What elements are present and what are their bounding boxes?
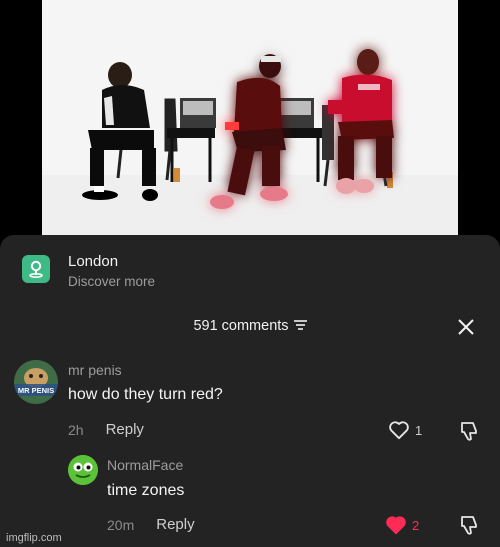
- comments-sheet: London Discover more 591 comments MR PEN…: [0, 235, 500, 547]
- like-button[interactable]: 2: [385, 515, 419, 535]
- video-still[interactable]: [42, 0, 458, 235]
- comment-meta: 20m Reply: [107, 516, 195, 533]
- video-scene: [42, 0, 458, 235]
- sort-icon: [293, 318, 307, 334]
- location-title: London: [68, 253, 119, 270]
- heart-icon: [389, 421, 409, 440]
- like-count: 2: [412, 517, 420, 533]
- heart-filled-icon: [386, 516, 406, 535]
- comments-count-label: 591 comments: [193, 318, 289, 334]
- like-count: 1: [415, 422, 423, 438]
- dislike-icon[interactable]: [458, 420, 480, 447]
- avatar-text: MR PENIS: [18, 386, 54, 395]
- watermark: imgflip.com: [6, 532, 62, 544]
- comment-username[interactable]: mr penis: [68, 362, 122, 378]
- map-pin-icon: [22, 255, 50, 283]
- comment-text: how do they turn red?: [68, 386, 223, 403]
- comments-sort-toggle[interactable]: 591 comments: [193, 318, 307, 334]
- avatar[interactable]: MR PENIS: [14, 360, 58, 404]
- comments-header: 591 comments: [0, 317, 500, 337]
- location-subtitle: Discover more: [68, 274, 156, 289]
- reply-button[interactable]: Reply: [156, 516, 194, 533]
- like-button[interactable]: 1: [388, 420, 422, 440]
- comment-time: 2h: [68, 421, 84, 438]
- comment-username[interactable]: NormalFace: [107, 457, 183, 473]
- comment-time: 20m: [107, 516, 135, 533]
- close-icon[interactable]: [456, 317, 476, 337]
- dislike-icon[interactable]: [458, 514, 480, 541]
- avatar[interactable]: [68, 455, 98, 485]
- comment-meta: 2h Reply: [68, 421, 144, 438]
- comment-text: time zones: [107, 482, 185, 499]
- location-row[interactable]: London Discover more: [22, 253, 155, 289]
- reply-button[interactable]: Reply: [106, 421, 144, 438]
- video-area: [0, 0, 500, 235]
